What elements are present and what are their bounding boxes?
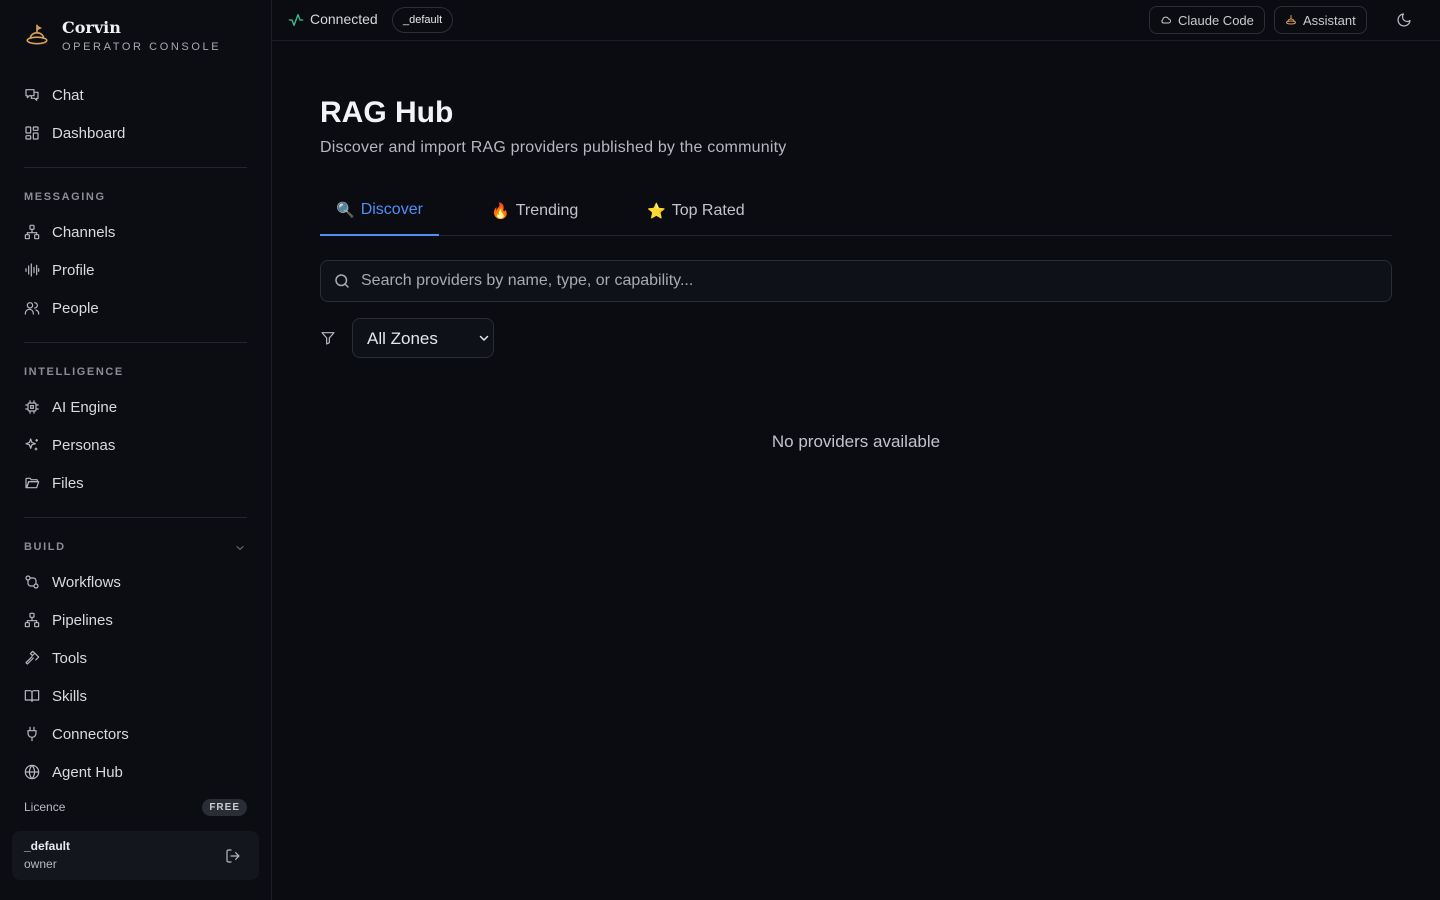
moon-icon[interactable] — [1396, 12, 1412, 28]
sidebar-item-files[interactable]: Files — [24, 469, 248, 497]
section-heading-intelligence: INTELLIGENCE — [24, 366, 124, 378]
fire-emoji-icon: 🔥 — [491, 202, 510, 220]
brand-logo-icon — [24, 22, 50, 48]
globe-icon — [24, 764, 40, 780]
tab-bar: 🔍 Discover 🔥 Trending ⭐ Top Rated — [320, 186, 1392, 236]
sidebar-item-channels[interactable]: Channels — [24, 218, 248, 246]
search-box[interactable] — [320, 260, 1392, 302]
channels-icon — [24, 224, 40, 240]
connection-status: Connected — [310, 11, 378, 27]
workspace-badge[interactable]: _default — [392, 7, 454, 33]
tab-trending[interactable]: 🔥 Trending — [491, 186, 578, 235]
sidebar-item-agent-hub[interactable]: Agent Hub — [24, 758, 248, 786]
chat-icon — [24, 87, 40, 103]
user-card: _default owner — [12, 831, 259, 880]
section-heading-messaging: MESSAGING — [24, 191, 106, 203]
sidebar-item-connectors[interactable]: Connectors — [24, 720, 248, 748]
sidebar: Corvin OPERATOR CONSOLE Chat Dashboard M… — [0, 0, 272, 900]
sidebar-item-dashboard[interactable]: Dashboard — [24, 119, 248, 147]
sidebar-item-label: Dashboard — [52, 124, 126, 142]
cloud-icon — [1160, 14, 1172, 26]
book-icon — [24, 688, 40, 704]
sidebar-item-profile[interactable]: Profile — [24, 256, 248, 284]
sidebar-item-label: Chat — [52, 86, 84, 104]
tab-label: Discover — [360, 201, 423, 218]
licence-row: Licence FREE — [24, 798, 247, 816]
dashboard-icon — [24, 125, 40, 141]
plug-icon — [24, 726, 40, 742]
sidebar-item-label: Files — [52, 474, 84, 492]
sidebar-item-pipelines[interactable]: Pipelines — [24, 606, 248, 634]
tab-label: Trending — [515, 201, 579, 219]
assistant-button[interactable]: Assistant — [1274, 6, 1367, 34]
tab-label: Top Rated — [671, 201, 745, 219]
sidebar-item-workflows[interactable]: Workflows — [24, 568, 248, 596]
sidebar-item-label: Personas — [52, 436, 116, 454]
search-input[interactable] — [361, 262, 1391, 300]
sidebar-divider — [24, 167, 247, 168]
tab-top-rated[interactable]: ⭐ Top Rated — [647, 186, 745, 235]
search-icon — [333, 272, 351, 290]
chevron-down-icon[interactable] — [234, 542, 246, 554]
sidebar-divider — [24, 342, 247, 343]
zone-filter-select[interactable]: All Zones — [352, 318, 494, 358]
search-emoji-icon: 🔍 — [336, 202, 355, 219]
tab-discover[interactable]: 🔍 Discover — [320, 186, 439, 236]
sidebar-item-ai-engine[interactable]: AI Engine — [24, 393, 248, 421]
sidebar-item-label: People — [52, 299, 99, 317]
licence-label: Licence — [24, 800, 66, 814]
brand-subtitle: OPERATOR CONSOLE — [62, 41, 222, 53]
activity-icon — [288, 12, 304, 28]
sidebar-item-tools[interactable]: Tools — [24, 644, 248, 672]
audio-wave-icon — [24, 262, 40, 278]
sidebar-item-label: Tools — [52, 649, 88, 667]
sidebar-item-people[interactable]: People — [24, 294, 248, 322]
claude-code-button[interactable]: Claude Code — [1149, 6, 1265, 34]
user-name: _default — [24, 839, 71, 853]
sidebar-divider — [24, 517, 247, 518]
empty-state-message: No providers available — [771, 432, 941, 451]
user-role: owner — [24, 857, 57, 871]
sidebar-item-label: AI Engine — [52, 398, 118, 416]
sidebar-item-personas[interactable]: Personas — [24, 431, 248, 459]
sidebar-item-skills[interactable]: Skills — [24, 682, 248, 710]
cpu-icon — [24, 399, 40, 415]
sidebar-item-label: Skills — [52, 687, 88, 705]
sidebar-item-label: Profile — [52, 261, 95, 279]
page-title: RAG Hub — [320, 96, 454, 129]
sidebar-item-label: Channels — [52, 223, 116, 241]
sidebar-item-label: Workflows — [52, 573, 121, 591]
logout-icon[interactable] — [225, 848, 241, 864]
folder-icon — [24, 475, 40, 491]
licence-badge: FREE — [202, 798, 247, 816]
sidebar-item-label: Agent Hub — [52, 763, 123, 781]
sidebar-item-label: Connectors — [52, 725, 129, 743]
brand[interactable]: Corvin OPERATOR CONSOLE — [24, 18, 221, 54]
claude-code-label: Claude Code — [1178, 12, 1254, 28]
filter-icon — [320, 330, 336, 346]
sidebar-item-chat[interactable]: Chat — [24, 81, 248, 109]
top-bar: Connected _default Claude Code Assistant — [272, 0, 1440, 41]
people-icon — [24, 300, 40, 316]
page-subtitle: Discover and import RAG providers publis… — [320, 139, 787, 156]
hammer-icon — [24, 650, 40, 666]
workflow-icon — [24, 574, 40, 590]
brand-name: Corvin — [62, 18, 121, 37]
sidebar-item-label: Pipelines — [52, 611, 113, 629]
star-emoji-icon: ⭐ — [647, 202, 666, 220]
network-icon — [24, 612, 40, 628]
section-heading-build[interactable]: BUILD — [24, 541, 66, 553]
assistant-label: Assistant — [1303, 12, 1356, 28]
sparkles-icon — [24, 437, 40, 453]
assistant-icon — [1285, 14, 1297, 26]
